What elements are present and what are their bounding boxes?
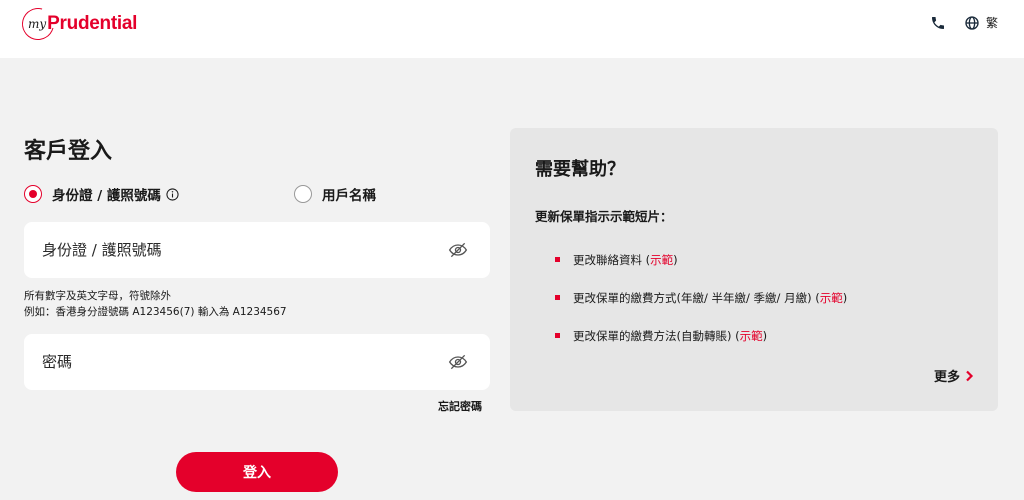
forgot-password-link[interactable]: 忘記密碼 [438,398,482,414]
chevron-right-icon [964,370,974,382]
logo-my-text: my [28,17,47,31]
help-subtitle: 更新保單指示示範短片： [535,209,673,224]
demo-link[interactable]: 示範 [740,329,763,343]
password-field [24,334,490,390]
help-video-list: 更改聯絡資料 (示範) 更改保單的繳費方式(年繳/ 半年繳/ 季繳/ 月繳) (… [555,252,847,366]
logo-brand-text: Prudential [47,13,138,34]
demo-link[interactable]: 示範 [650,253,673,267]
globe-icon [964,15,980,31]
login-button[interactable]: 登入 [176,452,338,492]
radio-username[interactable]: 用戶名稱 [294,184,376,204]
help-item-text: 更改聯絡資料 ( [573,253,651,267]
list-item: 更改聯絡資料 (示範) [555,252,847,290]
hint-line-2: 例如：香港身分證號碼 A123456(7) 輸入為 A1234567 [24,306,287,318]
page-title: 客戶登入 [24,139,113,164]
info-icon[interactable] [166,187,179,201]
header-actions: 繁 [930,14,998,31]
list-item: 更改保單的繳費方法(自動轉賬) (示範) [555,328,847,366]
id-format-hint: 所有數字及英文字母，符號除外 例如：香港身分證號碼 A123456(7) 輸入為… [24,288,287,320]
help-item-tail: ) [762,329,768,343]
myprudential-logo[interactable]: my Prudential [16,2,137,46]
help-title: 需要幫助？ [535,159,625,180]
radio-id-label: 身份證 / 護照號碼 [52,188,161,204]
phone-icon[interactable] [930,15,946,31]
bullet-square [555,295,560,300]
bullet-square [555,257,560,262]
demo-link[interactable]: 示範 [820,291,843,305]
help-panel: 需要幫助？ 更新保單指示示範短片： 更改聯絡資料 (示範) 更改保單的繳費方式(… [510,128,998,411]
eye-slash-icon[interactable] [448,353,468,371]
id-passport-input[interactable] [42,222,432,278]
id-field [24,222,490,278]
help-item-tail: ) [673,253,678,267]
login-type-radio-group: 身份證 / 護照號碼 用戶名稱 [24,184,494,206]
help-item-text: 更改保單的繳費方法(自動轉賬) ( [573,329,740,343]
help-item-tail: ) [842,291,848,305]
language-switcher[interactable]: 繁 [964,14,998,31]
radio-username-label: 用戶名稱 [322,188,376,204]
language-label: 繁 [985,16,998,30]
more-link[interactable]: 更多 [934,366,974,385]
bullet-square [555,333,560,338]
eye-slash-icon[interactable] [448,241,468,259]
radio-unchecked-icon [294,185,312,203]
radio-id-passport[interactable]: 身份證 / 護照號碼 [24,184,179,204]
hint-line-1: 所有數字及英文字母，符號除外 [24,290,171,302]
top-header: my Prudential 繁 [0,0,1024,58]
radio-checked-icon [24,185,42,203]
password-input[interactable] [42,334,432,390]
help-item-text: 更改保單的繳費方式(年繳/ 半年繳/ 季繳/ 月繳) ( [573,291,820,305]
list-item: 更改保單的繳費方式(年繳/ 半年繳/ 季繳/ 月繳) (示範) [555,290,847,328]
more-label: 更多 [933,370,960,385]
